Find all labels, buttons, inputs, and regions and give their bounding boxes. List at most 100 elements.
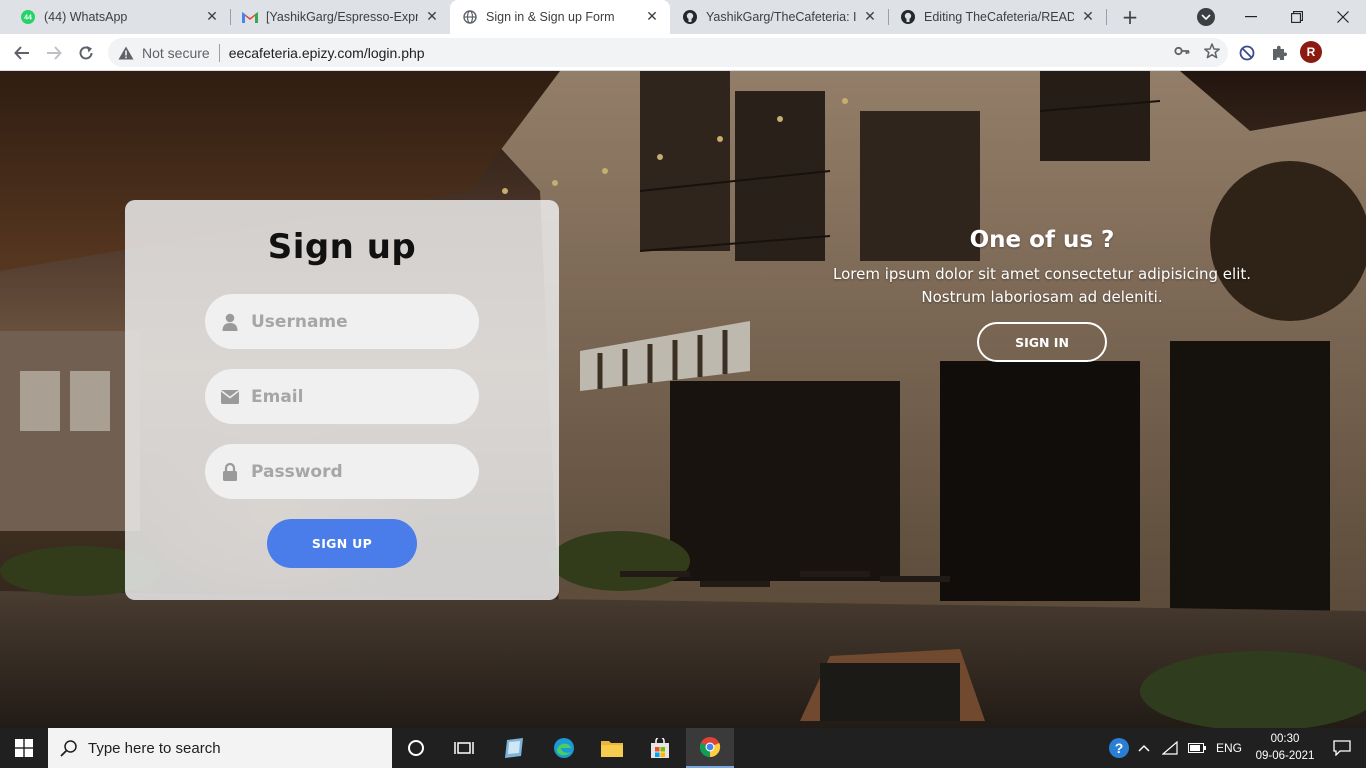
- tab-github-thecafeteria[interactable]: YashikGarg/TheCafeteria: I ma ✕: [670, 0, 888, 34]
- close-tab-icon[interactable]: ✕: [204, 9, 220, 25]
- search-icon: [60, 740, 77, 757]
- extensions-button[interactable]: [1266, 40, 1292, 66]
- forward-arrow-icon: [47, 46, 62, 60]
- github-icon: [682, 9, 698, 25]
- tab-title: (44) WhatsApp: [44, 10, 128, 24]
- notification-icon: [1333, 740, 1351, 756]
- chevron-down-icon: [1201, 14, 1211, 20]
- forward-button[interactable]: [41, 40, 67, 66]
- taskbar-search-placeholder: Type here to search: [88, 739, 221, 757]
- svg-text:44: 44: [24, 15, 32, 22]
- close-tab-icon[interactable]: ✕: [644, 9, 660, 25]
- taskbar-clock[interactable]: 00:30 09-06-2021: [1254, 731, 1316, 765]
- taskbar-app-chrome[interactable]: [686, 728, 734, 768]
- taskbar-app-store[interactable]: [636, 728, 684, 768]
- tab-signin-form[interactable]: Sign in & Sign up Form ✕: [450, 0, 670, 34]
- tab-search-button[interactable]: [1197, 8, 1215, 26]
- new-tab-button[interactable]: +: [1118, 5, 1142, 29]
- close-icon: [1337, 11, 1349, 23]
- taskbar-app-notepad[interactable]: [490, 728, 538, 768]
- panel-text-line-1: Lorem ipsum dolor sit amet consectetur a…: [832, 265, 1252, 283]
- gmail-icon: [242, 9, 258, 25]
- clock-date: 09-06-2021: [1255, 750, 1315, 762]
- start-button[interactable]: [0, 728, 48, 768]
- signin-button[interactable]: SIGN IN: [977, 322, 1107, 362]
- signin-panel: One of us ? Lorem ipsum dolor sit amet c…: [820, 227, 1264, 362]
- password-input[interactable]: [251, 461, 451, 482]
- signup-title: Sign up: [267, 227, 417, 267]
- puzzle-icon: [1273, 45, 1287, 60]
- network-icon[interactable]: [1162, 741, 1178, 755]
- reload-button[interactable]: [73, 40, 99, 66]
- signup-button[interactable]: SIGN UP: [267, 519, 417, 568]
- security-indicator[interactable]: Not secure: [118, 45, 210, 61]
- back-arrow-icon: [14, 46, 29, 60]
- notifications-button[interactable]: [1318, 728, 1366, 768]
- minimize-button[interactable]: [1228, 0, 1274, 34]
- taskbar-app-edge[interactable]: [540, 728, 588, 768]
- username-field[interactable]: [205, 294, 479, 349]
- task-view-button[interactable]: [440, 728, 488, 768]
- language-indicator[interactable]: ENG: [1216, 741, 1242, 755]
- clock-time: 00:30: [1270, 733, 1300, 745]
- taskbar-app-file-explorer[interactable]: [588, 728, 636, 768]
- system-tray: ? ENG: [1108, 728, 1242, 768]
- help-icon[interactable]: ?: [1108, 737, 1130, 759]
- url-text[interactable]: eecafeteria.epizy.com/login.php: [229, 45, 425, 61]
- tab-title: [YashikGarg/Espresso-Express: [266, 10, 418, 24]
- panel-title: One of us ?: [969, 227, 1115, 253]
- email-input[interactable]: [251, 386, 451, 407]
- globe-icon: [462, 9, 478, 25]
- battery-icon[interactable]: [1188, 743, 1206, 753]
- envelope-icon: [221, 388, 239, 406]
- star-icon[interactable]: [1204, 43, 1220, 59]
- svg-text:?: ?: [1115, 740, 1124, 756]
- close-tab-icon[interactable]: ✕: [862, 9, 878, 25]
- profile-avatar[interactable]: R: [1300, 41, 1322, 63]
- reload-icon: [79, 46, 93, 60]
- chevron-up-icon[interactable]: [1138, 744, 1150, 752]
- lock-icon: [221, 462, 239, 481]
- tab-title: Editing TheCafeteria/READM: [924, 10, 1074, 24]
- chrome-icon: [699, 737, 721, 758]
- tab-whatsapp[interactable]: 44 (44) WhatsApp ✕: [8, 0, 230, 34]
- address-separator: [218, 43, 220, 62]
- page-content: Sign up SIGN UP One of us ? Lorem ipsum …: [0, 71, 1366, 728]
- address-bar[interactable]: Not secure eecafeteria.epizy.com/login.p…: [108, 38, 1228, 67]
- notepad-icon: [505, 738, 523, 758]
- restore-icon: [1291, 11, 1303, 23]
- cortana-icon: [408, 740, 424, 756]
- user-icon: [221, 313, 239, 331]
- key-icon[interactable]: [1174, 43, 1190, 59]
- taskbar: Type here to search ? ENG 00:30 09-06-20…: [0, 728, 1366, 768]
- windows-icon: [15, 739, 33, 757]
- minimize-icon: [1245, 16, 1257, 18]
- folder-icon: [601, 741, 623, 757]
- taskbar-search[interactable]: Type here to search: [48, 728, 392, 768]
- security-label: Not secure: [142, 44, 210, 61]
- store-icon: [651, 738, 669, 758]
- browser-toolbar: Not secure eecafeteria.epizy.com/login.p…: [0, 34, 1366, 71]
- back-button[interactable]: [9, 40, 35, 66]
- close-tab-icon[interactable]: ✕: [1080, 9, 1096, 25]
- tab-github-readme[interactable]: Editing TheCafeteria/READM ✕: [888, 0, 1106, 34]
- block-icon: [1239, 45, 1255, 61]
- github-icon: [900, 9, 916, 25]
- blocker-extension-button[interactable]: [1234, 40, 1260, 66]
- edge-icon: [554, 738, 574, 758]
- close-window-button[interactable]: [1320, 0, 1366, 34]
- warning-icon: [118, 46, 134, 59]
- cortana-button[interactable]: [392, 728, 440, 768]
- whatsapp-icon: 44: [20, 9, 36, 25]
- tab-divider: [1106, 9, 1107, 25]
- tab-strip: 44 (44) WhatsApp ✕ [YashikGarg/Espresso-…: [0, 0, 1366, 34]
- tab-gmail[interactable]: [YashikGarg/Espresso-Express ✕: [230, 0, 450, 34]
- task-view-icon: [454, 742, 474, 754]
- username-input[interactable]: [251, 311, 451, 332]
- panel-text-line-2: Nostrum laboriosam ad deleniti.: [921, 288, 1163, 306]
- restore-button[interactable]: [1274, 0, 1320, 34]
- email-field[interactable]: [205, 369, 479, 424]
- close-tab-icon[interactable]: ✕: [424, 9, 440, 25]
- tab-title: YashikGarg/TheCafeteria: I ma: [706, 10, 856, 24]
- password-field[interactable]: [205, 444, 479, 499]
